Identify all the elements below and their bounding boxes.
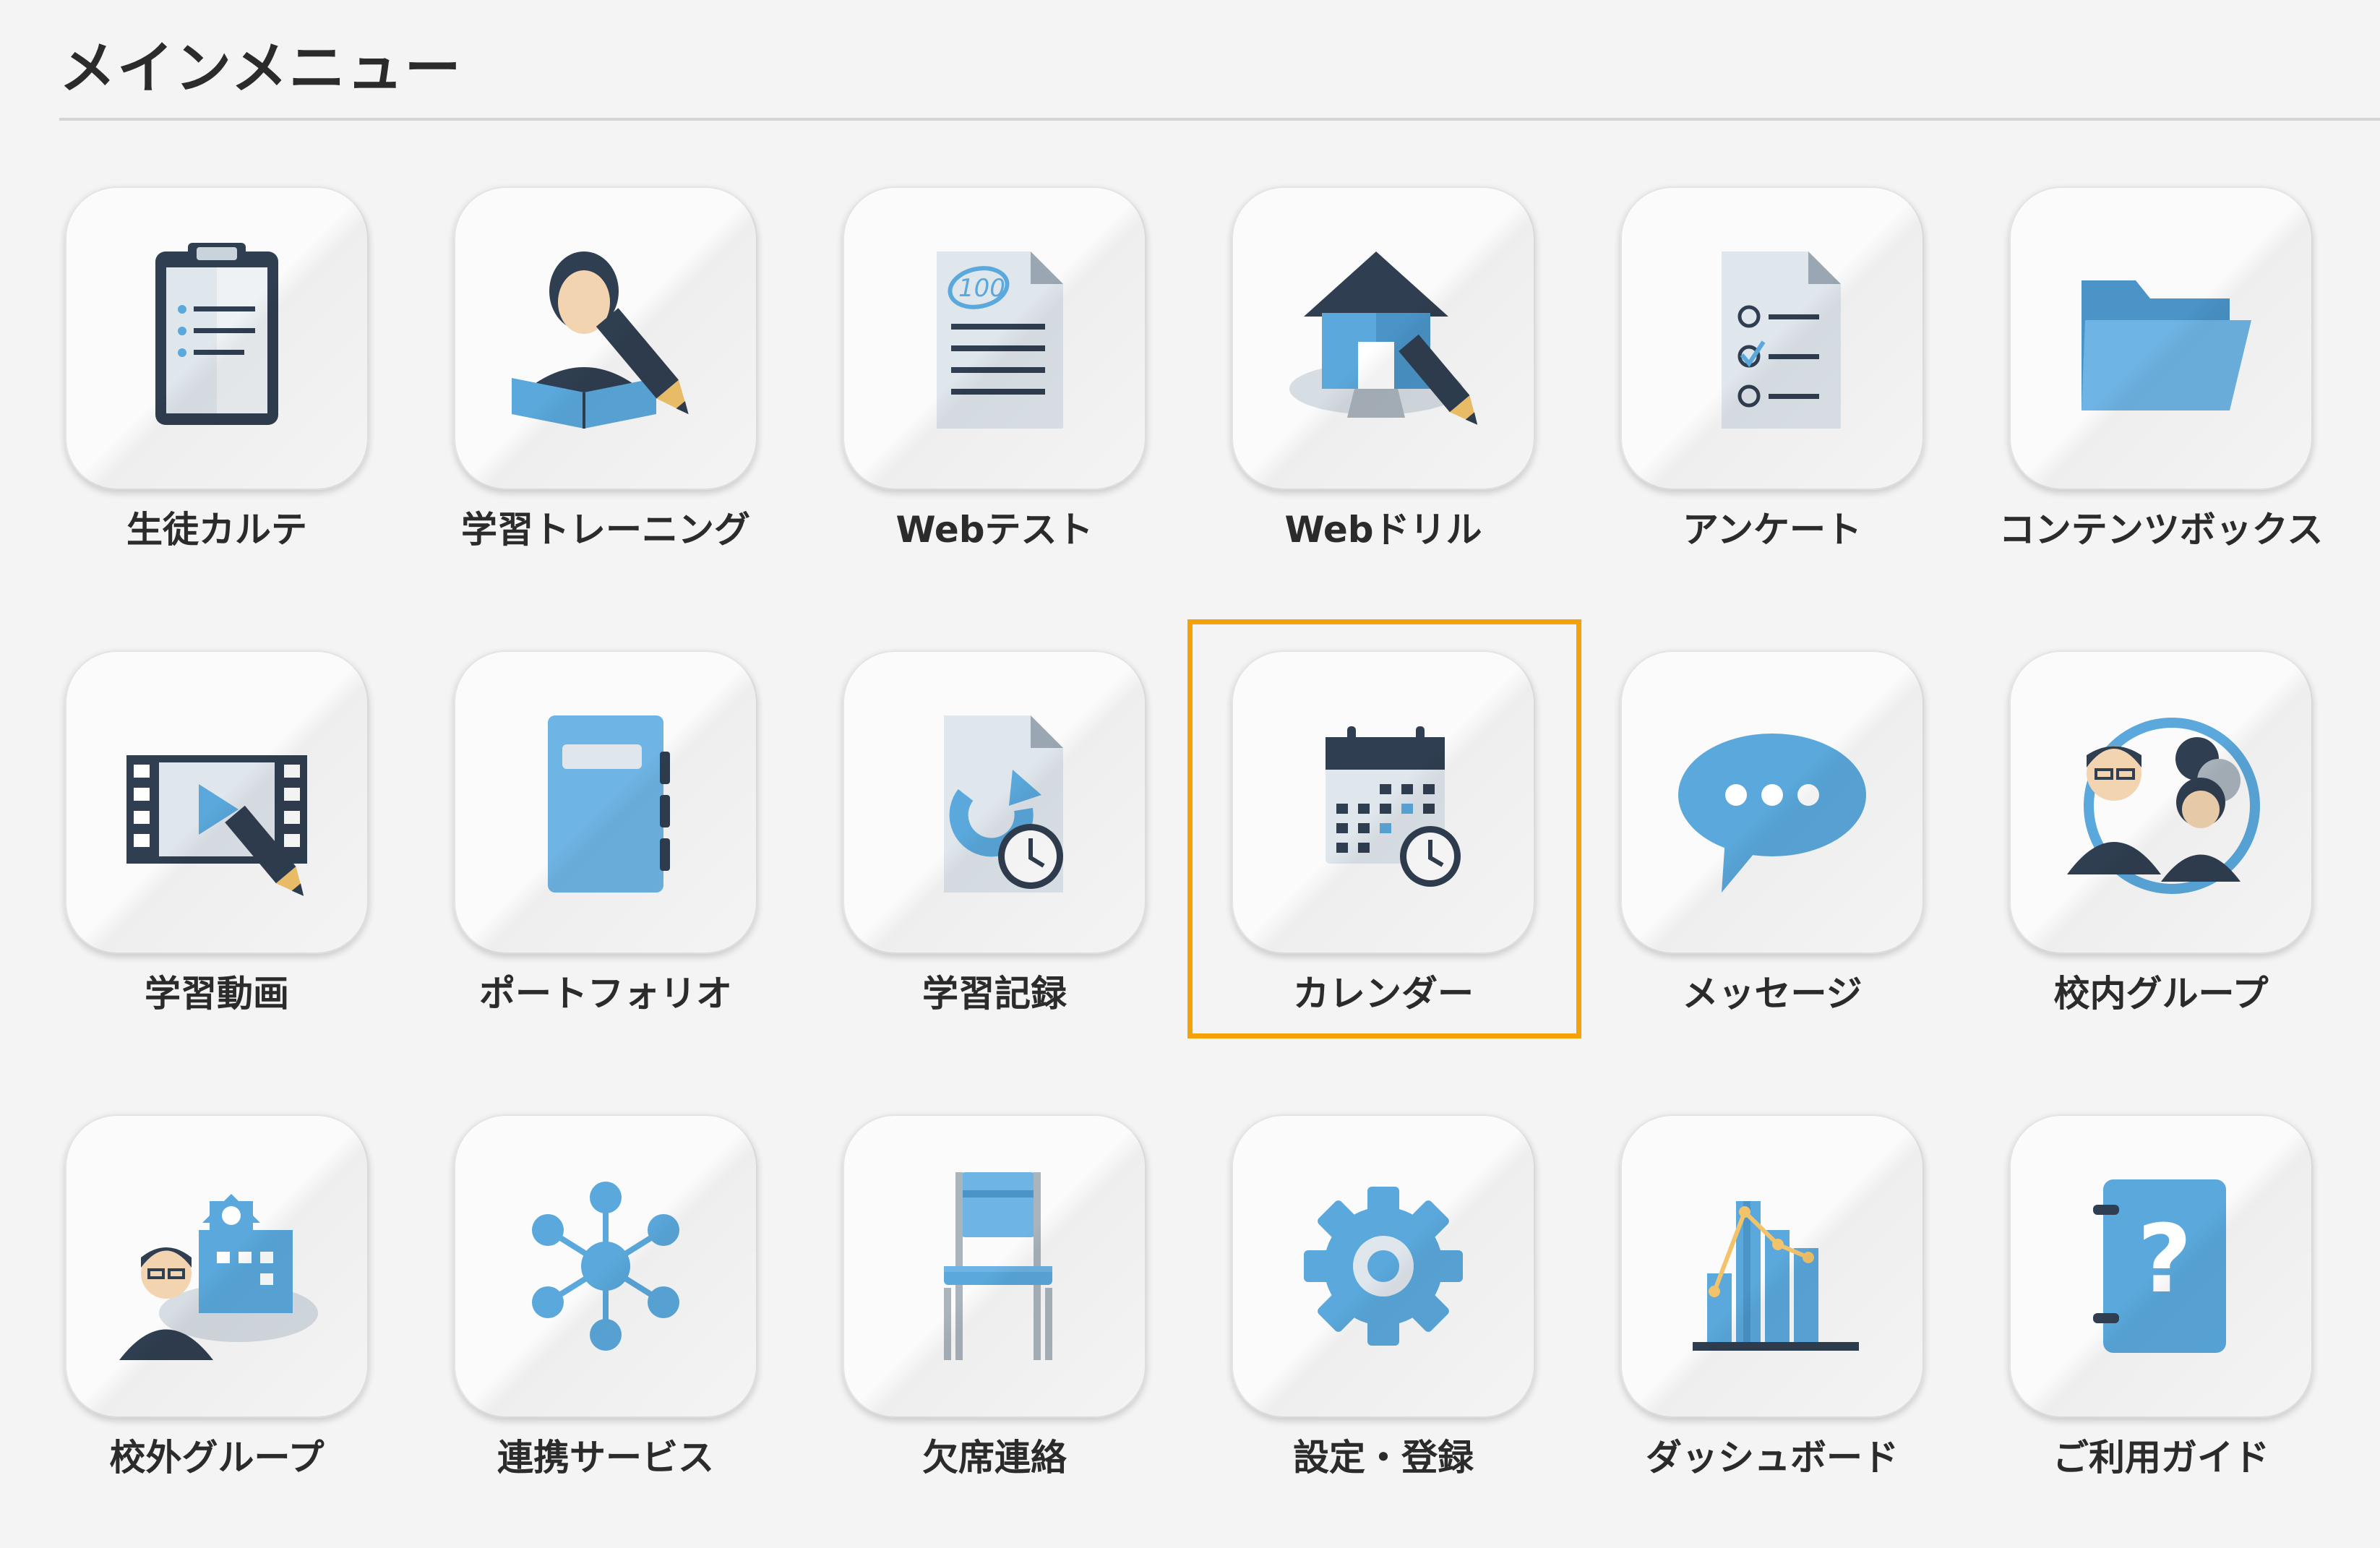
- record-clock-icon: [944, 715, 1063, 893]
- tile-label: 設定・登録: [1293, 1437, 1474, 1479]
- tile-label: 校内グループ: [2053, 973, 2269, 1015]
- tile-label: ダッシュボード: [1646, 1437, 1899, 1479]
- home-drill-icon: [1289, 251, 1478, 425]
- tile-label: ポートフォリオ: [479, 973, 732, 1015]
- menu-tile-learning-training[interactable]: 学習トレーニング: [418, 186, 808, 620]
- menu-tile-portfolio[interactable]: ポートフォリオ: [418, 650, 808, 1084]
- tile-label: 学習記録: [922, 973, 1067, 1015]
- svg-text:100: 100: [958, 274, 1005, 303]
- tile-label: 生徒カルテ: [126, 509, 307, 551]
- menu-tile-external-group[interactable]: 校外グループ: [29, 1114, 419, 1548]
- chat-bubble-icon: [1678, 734, 1866, 893]
- menu-tile-linked-services[interactable]: 連携サービス: [418, 1114, 808, 1548]
- selection-highlight: [1187, 619, 1581, 1039]
- student-writing-icon: [512, 251, 689, 429]
- menu-tile-dashboard[interactable]: ダッシュボード: [1584, 1114, 1975, 1548]
- svg-text:?: ?: [2137, 1204, 2191, 1314]
- tile-label: Webドリル: [1284, 509, 1482, 551]
- school-building-icon: [119, 1194, 318, 1360]
- tile-label: 校外グループ: [109, 1437, 325, 1479]
- menu-tile-user-guide[interactable]: ? ご利用ガイド: [1973, 1114, 2363, 1548]
- menu-tile-web-test[interactable]: 100 Webテスト: [807, 186, 1197, 620]
- tile-label: ご利用ガイド: [2053, 1437, 2269, 1479]
- tile-label: コンテンツボックス: [1998, 509, 2324, 551]
- clipboard-icon: [155, 243, 278, 425]
- menu-tile-settings[interactable]: 設定・登録: [1195, 1114, 1586, 1548]
- guide-book-icon: ?: [2093, 1179, 2226, 1353]
- title-divider: [59, 118, 2380, 121]
- tile-label: 学習トレーニング: [461, 509, 750, 551]
- network-icon: [532, 1182, 679, 1351]
- tile-label: 欠席連絡: [922, 1437, 1067, 1479]
- checklist-icon: [1722, 251, 1841, 429]
- page-title: メインメニュー: [59, 36, 463, 101]
- menu-tile-internal-group[interactable]: 校内グループ: [1973, 650, 2363, 1084]
- people-group-icon: [2067, 718, 2260, 894]
- menu-tile-content-box[interactable]: コンテンツボックス: [1973, 186, 2363, 620]
- gear-icon: [1304, 1187, 1463, 1346]
- tile-label: 連携サービス: [497, 1437, 714, 1479]
- menu-tile-web-drill[interactable]: Webドリル: [1195, 186, 1586, 620]
- menu-tile-learning-record[interactable]: 学習記録: [807, 650, 1197, 1084]
- tile-label: 学習動画: [145, 973, 289, 1015]
- menu-tile-message[interactable]: メッセージ: [1584, 650, 1975, 1084]
- tile-label: アンケート: [1683, 509, 1862, 551]
- tile-label: メッセージ: [1682, 973, 1863, 1015]
- video-edit-icon: [126, 755, 307, 896]
- menu-tile-student-karte[interactable]: 生徒カルテ: [29, 186, 419, 620]
- menu-tile-learning-video[interactable]: 学習動画: [29, 650, 419, 1084]
- menu-tile-survey[interactable]: アンケート: [1584, 186, 1975, 620]
- menu-tile-absence-notice[interactable]: 欠席連絡: [807, 1114, 1197, 1548]
- tile-label: Webテスト: [895, 509, 1094, 551]
- chair-icon: [944, 1172, 1052, 1360]
- folder-icon: [2082, 280, 2251, 410]
- bar-chart-icon: [1693, 1201, 1859, 1351]
- test-paper-icon: 100: [937, 251, 1063, 429]
- notebook-icon: [548, 715, 670, 893]
